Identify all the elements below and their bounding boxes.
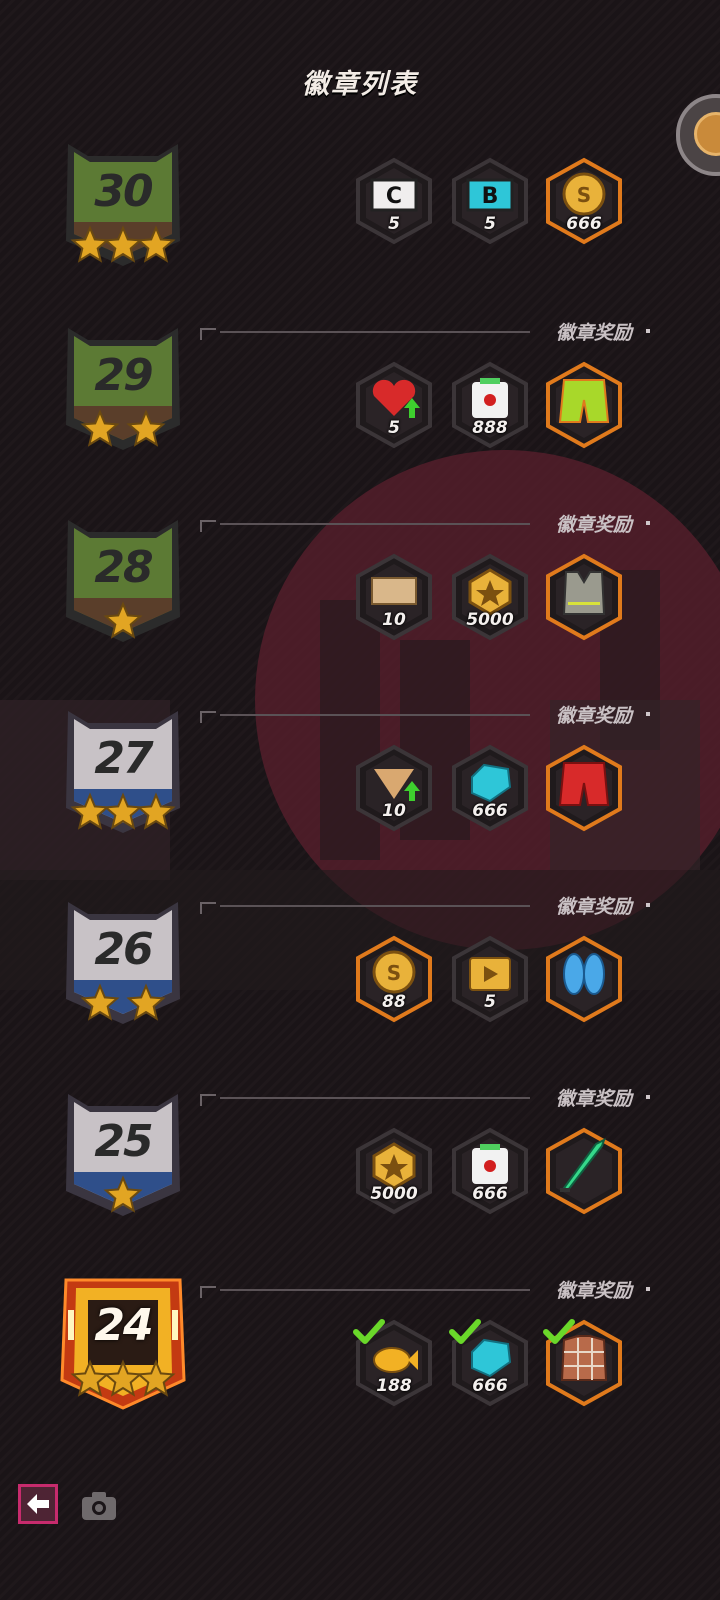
badge-row: 徽章奖励 25 5000 666: [0, 1086, 720, 1282]
reward-item[interactable]: 10: [352, 552, 436, 642]
level-badge[interactable]: 29: [58, 320, 188, 460]
level-badge[interactable]: 25: [58, 1086, 188, 1226]
reward-label: 徽章奖励: [555, 1088, 632, 1110]
reward-item[interactable]: 888: [448, 360, 532, 450]
level-badge[interactable]: 28: [58, 512, 188, 652]
reward-item[interactable]: 5000: [448, 552, 532, 642]
reward-item[interactable]: 5: [352, 360, 436, 450]
reward-item[interactable]: S 666: [542, 156, 626, 246]
reward-count: 88: [382, 992, 406, 1012]
badge-level: 25: [94, 1116, 153, 1167]
badge-level: 27: [94, 733, 153, 784]
reward-count: 666: [472, 1184, 508, 1204]
reward-count: 666: [472, 1376, 508, 1396]
svg-text:C: C: [386, 184, 402, 209]
reward-divider: 徽章奖励: [200, 894, 660, 918]
reward-item[interactable]: 10: [352, 743, 436, 833]
back-button[interactable]: [18, 1484, 58, 1524]
reward-count: 666: [566, 214, 602, 234]
reward-item[interactable]: 666: [448, 743, 532, 833]
reward-item[interactable]: 666: [448, 1318, 532, 1408]
video-card-icon: [469, 957, 511, 991]
badge-row: 徽章奖励 28 10 5000: [0, 512, 720, 708]
reward-count: 188: [376, 1376, 412, 1396]
checkmark-icon: [449, 1319, 481, 1344]
reward-item[interactable]: B 5: [448, 156, 532, 246]
reward-item[interactable]: C 5: [352, 156, 436, 246]
reward-item[interactable]: 5: [448, 934, 532, 1024]
reward-count: 10: [382, 610, 406, 630]
reward-item[interactable]: [542, 934, 626, 1024]
ticket-icon: [371, 577, 417, 605]
reward-item[interactable]: 188: [352, 1318, 436, 1408]
b-ticket-icon: B: [466, 178, 514, 212]
reward-item[interactable]: [542, 360, 626, 450]
reward-count: 888: [472, 418, 508, 438]
s-coin-icon: S: [562, 172, 606, 216]
badge-row: 30 C 5 B 5 S 666: [0, 144, 720, 346]
reward-divider: 徽章奖励: [200, 320, 660, 344]
arrow-left-icon: [27, 1494, 49, 1514]
c-ticket-icon: C: [370, 178, 418, 212]
reward-label: 徽章奖励: [555, 514, 632, 536]
badge-row: 徽章奖励 27 10 666: [0, 703, 720, 899]
reward-count: 5: [388, 418, 400, 438]
reward-item[interactable]: 5000: [352, 1126, 436, 1216]
s-coin-icon: S: [372, 950, 416, 994]
reward-divider: 徽章奖励: [200, 703, 660, 727]
badge-level: 30: [94, 166, 153, 217]
reward-count: 5000: [370, 1184, 418, 1204]
badge-level: 28: [94, 542, 153, 593]
reward-count: 10: [382, 801, 406, 821]
badge-row: 徽章奖励 24 188 666: [0, 1278, 720, 1474]
badge-row: 徽章奖励 29 5 888: [0, 320, 720, 516]
reward-divider: 徽章奖励: [200, 1086, 660, 1110]
camera-button[interactable]: [80, 1490, 118, 1522]
reward-count: 5: [484, 992, 496, 1012]
badge-level: 29: [94, 350, 153, 401]
reward-label: 徽章奖励: [555, 896, 632, 918]
checkmark-icon: [543, 1319, 575, 1344]
reward-count: 666: [472, 801, 508, 821]
badge-level: 24: [94, 1300, 153, 1351]
reward-item[interactable]: [542, 1126, 626, 1216]
camera-icon: [82, 1492, 116, 1520]
reward-label: 徽章奖励: [555, 705, 632, 727]
reward-item[interactable]: [542, 552, 626, 642]
reward-count: 5: [388, 214, 400, 234]
reward-item[interactable]: S 88: [352, 934, 436, 1024]
svg-text:S: S: [387, 961, 401, 985]
reward-item[interactable]: [542, 743, 626, 833]
reward-count: 5: [484, 214, 496, 234]
svg-text:B: B: [482, 184, 499, 209]
reward-label: 徽章奖励: [555, 322, 632, 344]
reward-divider: 徽章奖励: [200, 512, 660, 536]
reward-divider: 徽章奖励: [200, 1278, 660, 1302]
level-badge[interactable]: 24: [58, 1270, 188, 1410]
reward-count: 5000: [466, 610, 514, 630]
level-badge[interactable]: 27: [58, 703, 188, 843]
reward-item[interactable]: 666: [448, 1126, 532, 1216]
reward-label: 徽章奖励: [555, 1280, 632, 1302]
level-badge[interactable]: 26: [58, 894, 188, 1034]
dice-card-icon: [472, 1144, 508, 1184]
badge-level: 26: [94, 924, 153, 975]
checkmark-icon: [353, 1319, 385, 1344]
svg-text:S: S: [577, 183, 591, 207]
badge-row: 徽章奖励 26 S 88 5: [0, 894, 720, 1090]
dice-card-icon: [472, 378, 508, 418]
page-title: 徽章列表: [302, 69, 418, 100]
level-badge[interactable]: 30: [58, 136, 188, 276]
reward-item[interactable]: [542, 1318, 626, 1408]
